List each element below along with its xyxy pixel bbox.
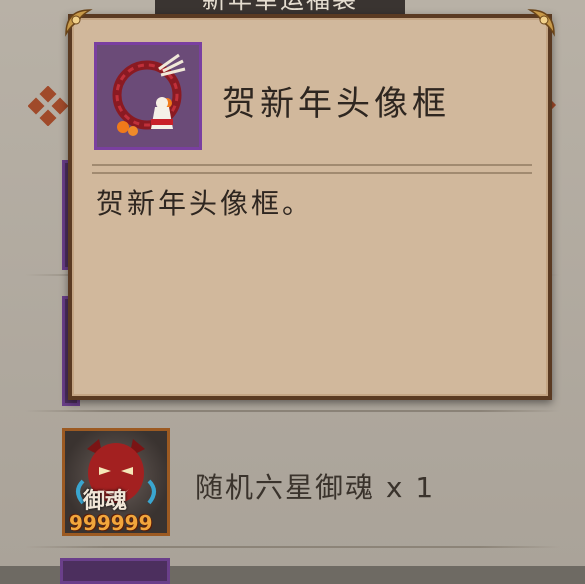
item-count-badge: 999999 [69, 511, 153, 535]
row-divider [25, 410, 560, 412]
reward-item-row[interactable]: 御魂 999999 随机六星御魂 x 1 [60, 428, 560, 540]
diamond-ornament-icon [28, 86, 68, 126]
reward-item-label: 随机六星御魂 x 1 [195, 471, 436, 504]
corner-ornament-icon [527, 9, 555, 37]
six-star-soul-icon[interactable]: 御魂 999999 [62, 428, 170, 536]
panel-title: 新年幸运福袋 [155, 0, 405, 14]
tooltip-description: 贺新年头像框。 [96, 187, 314, 220]
corner-ornament-icon [65, 9, 93, 37]
next-item-slot [60, 558, 170, 584]
row-divider [25, 546, 560, 548]
new-year-avatar-frame-icon [94, 42, 202, 150]
tooltip-title: 贺新年头像框 [222, 84, 450, 124]
item-tooltip[interactable]: 贺新年头像框 贺新年头像框。 [65, 9, 555, 400]
avatar-frame-art [112, 53, 186, 136]
tooltip-divider [92, 164, 532, 174]
